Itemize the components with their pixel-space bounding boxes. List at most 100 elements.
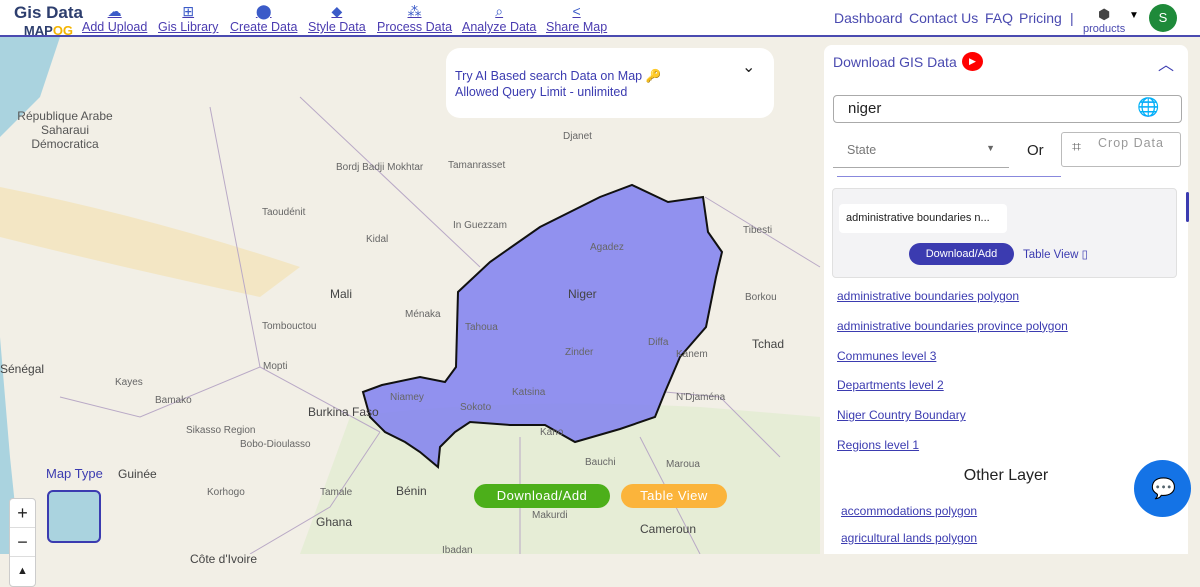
map-label: Burkina Faso [308, 405, 379, 419]
map-label: Sikasso Region [186, 425, 256, 436]
map-label: Tchad [752, 337, 785, 351]
layer-link[interactable]: Niger Country Boundary [837, 408, 966, 422]
map-label: Kidal [366, 234, 389, 245]
map-label: Sokoto [460, 402, 492, 413]
nav-share-map[interactable]: < Share Map [546, 3, 607, 34]
zoom-out-button[interactable]: − [10, 528, 35, 557]
map-label: Tibesti [743, 225, 773, 236]
chat-button[interactable]: 💬 [1134, 460, 1191, 517]
map-label: Djanet [563, 131, 592, 142]
state-select[interactable]: State ▼ [833, 135, 1009, 168]
chevron-down-icon[interactable]: ⌄ [742, 60, 755, 76]
map-label: Mopti [263, 361, 288, 372]
pricing-link[interactable]: Pricing [1019, 10, 1062, 26]
map-label: Makurdi [532, 510, 568, 521]
map-label: Zinder [565, 347, 594, 358]
crop-icon: ⌗ [1072, 139, 1083, 156]
map-type-thumbnail[interactable] [47, 490, 101, 543]
download-panel: Download GIS Data ▶ ︿ niger 🌐 State ▼ Or … [824, 45, 1189, 554]
map-label: Maroua [666, 459, 700, 470]
faq-link[interactable]: FAQ [985, 10, 1013, 26]
map-table-view-button[interactable]: Table View [621, 484, 727, 508]
map-label: Mali [330, 287, 353, 301]
caret-down-icon: ▼ [986, 143, 995, 153]
map-label: République Arabe Saharaui Démocratica [17, 109, 113, 151]
paint-bucket-icon: ◆ [331, 3, 343, 19]
map-label: Cameroun [640, 522, 697, 536]
map-label: Agadez [590, 242, 624, 253]
selected-layer-card: administrative boundaries n... Download/… [832, 188, 1177, 278]
download-add-button[interactable]: Download/Add [909, 243, 1014, 265]
zoom-in-button[interactable]: + [10, 499, 35, 528]
crop-data-button[interactable]: ⌗ Crop Data [1061, 132, 1181, 167]
desert-area [0, 187, 300, 297]
cloud-upload-icon: ☁ [107, 3, 122, 19]
zoom-control: + − ▲ [9, 498, 36, 587]
library-add-icon: ⊞ [182, 3, 195, 19]
share-icon: < [572, 3, 581, 19]
nav-process-data[interactable]: ⁂ Process Data [377, 3, 452, 34]
layer-link[interactable]: administrative boundaries province polyg… [837, 319, 1068, 333]
separator: | [1070, 10, 1074, 26]
panel-title: Download GIS Data [833, 54, 957, 70]
map-label: Kayes [115, 377, 143, 388]
other-layer-link[interactable]: agricultural lands polygon [841, 531, 977, 545]
scrollbar-thumb[interactable] [1186, 192, 1189, 222]
map-label: Borkou [745, 292, 777, 303]
map-label: N'Djaména [676, 392, 726, 403]
map-label: Kano [540, 427, 564, 438]
map-label: Korhogo [207, 487, 245, 498]
map-label: Ibadan [442, 545, 473, 556]
nav-add-upload[interactable]: ☁ Add Upload [82, 3, 147, 34]
map-download-add-button[interactable]: Download/Add [474, 484, 610, 508]
divider [837, 176, 1061, 177]
reset-north-button[interactable]: ▲ [10, 557, 35, 586]
table-view-link[interactable]: Table View ▯ [1023, 247, 1088, 261]
other-layer-heading: Other Layer [963, 467, 1049, 484]
other-layer-link[interactable]: accommodations polygon [841, 504, 977, 518]
dashboard-link[interactable]: Dashboard [834, 10, 903, 26]
map-label: Guinée [118, 467, 157, 481]
contact-link[interactable]: Contact Us [909, 10, 978, 26]
layer-link[interactable]: Regions level 1 [837, 438, 919, 452]
map-label: Diffa [648, 337, 669, 348]
nav-style-data[interactable]: ◆ Style Data [308, 3, 366, 34]
globe-icon[interactable]: 🌐 [1137, 97, 1159, 118]
map-label: Sénégal [0, 362, 45, 376]
map-label: Côte d'Ivoire [190, 552, 257, 566]
layer-link[interactable]: administrative boundaries polygon [837, 289, 1019, 303]
or-label: Or [1027, 142, 1044, 159]
chevron-up-icon[interactable]: ︿ [1158, 51, 1174, 75]
map-label: Taoudénit [262, 207, 306, 218]
ai-search-box[interactable]: Try AI Based search Data on Map 🔑 Allowe… [446, 48, 774, 118]
nav-gis-library[interactable]: ⊞ Gis Library [158, 3, 218, 34]
map-label: Kanem [676, 349, 708, 360]
map-label: In Guezzam [453, 220, 507, 231]
map-label: Tahoua [465, 322, 498, 333]
nav-analyze-data[interactable]: ⌕ Analyze Data [462, 3, 536, 34]
layer-link[interactable]: Communes level 3 [837, 349, 936, 363]
tablet-icon: ▯ [1081, 249, 1088, 261]
products-menu[interactable]: ⬢ products [1083, 6, 1125, 35]
map-label: Tamanrasset [448, 160, 506, 171]
layer-link[interactable]: Departments level 2 [837, 378, 944, 392]
selected-layer-chip[interactable]: administrative boundaries n... [839, 204, 1007, 233]
map-label: Niamey [390, 392, 424, 403]
youtube-icon[interactable]: ▶ [962, 52, 983, 71]
map-label: Niger [568, 287, 597, 301]
top-navbar: Gis Data MAPOG ☁ Add Upload ⊞ Gis Library ⬤ C… [0, 0, 1200, 38]
map-label: Ménaka [405, 309, 441, 320]
nav-create-data[interactable]: ⬤ Create Data [230, 3, 297, 34]
map-label: Tamale [320, 487, 353, 498]
map-label: Bénin [396, 484, 427, 498]
avatar[interactable]: S [1149, 4, 1177, 32]
search-input[interactable]: niger [833, 95, 1182, 123]
map-label: Bamako [155, 395, 192, 406]
map-label: Ghana [316, 515, 353, 529]
map-label: Bordj Badji Mokhtar [336, 162, 424, 173]
logo[interactable]: Gis Data MAPOG [14, 3, 83, 38]
map-label: Katsina [512, 387, 546, 398]
caret-down-icon[interactable]: ▼ [1129, 10, 1139, 21]
process-icon: ⁂ [407, 3, 422, 19]
map-label: Bauchi [585, 457, 616, 468]
